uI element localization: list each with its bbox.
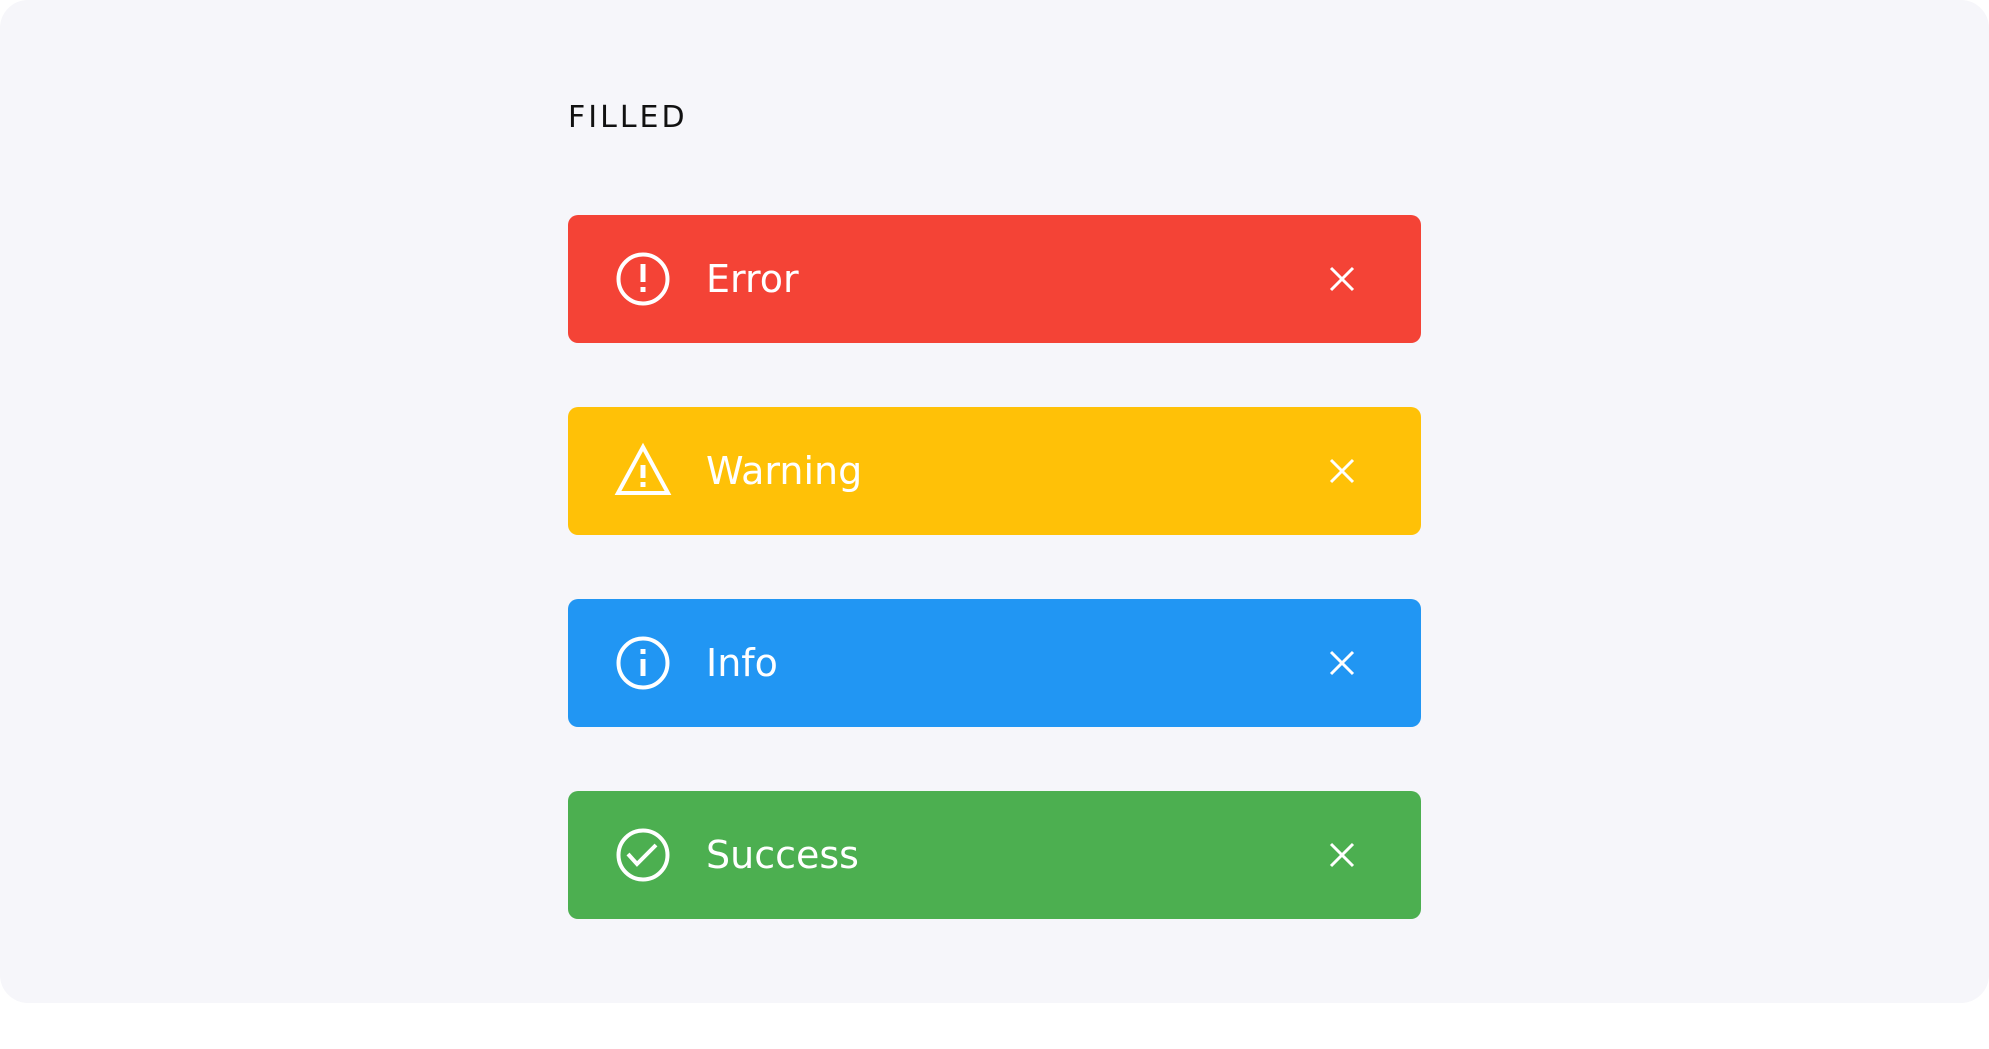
alert-label: Warning [706, 449, 863, 493]
alert-error: Error [568, 215, 1421, 343]
close-button[interactable] [1320, 449, 1364, 493]
background-panel: FILLED Error Warning Info Success [0, 0, 1989, 1003]
close-icon [1329, 266, 1355, 292]
info-circle-icon [614, 634, 672, 692]
alert-label: Error [706, 257, 799, 301]
close-icon [1329, 842, 1355, 868]
warning-triangle-icon [614, 442, 672, 500]
close-icon [1329, 650, 1355, 676]
section-title: FILLED [568, 100, 688, 135]
error-circle-icon [614, 250, 672, 308]
close-button[interactable] [1320, 833, 1364, 877]
alert-info: Info [568, 599, 1421, 727]
alert-list: Error Warning Info Success [568, 215, 1421, 983]
alert-label: Info [706, 641, 778, 685]
alert-warning: Warning [568, 407, 1421, 535]
alert-label: Success [706, 833, 859, 877]
alert-success: Success [568, 791, 1421, 919]
close-icon [1329, 458, 1355, 484]
check-circle-icon [614, 826, 672, 884]
close-button[interactable] [1320, 641, 1364, 685]
close-button[interactable] [1320, 257, 1364, 301]
